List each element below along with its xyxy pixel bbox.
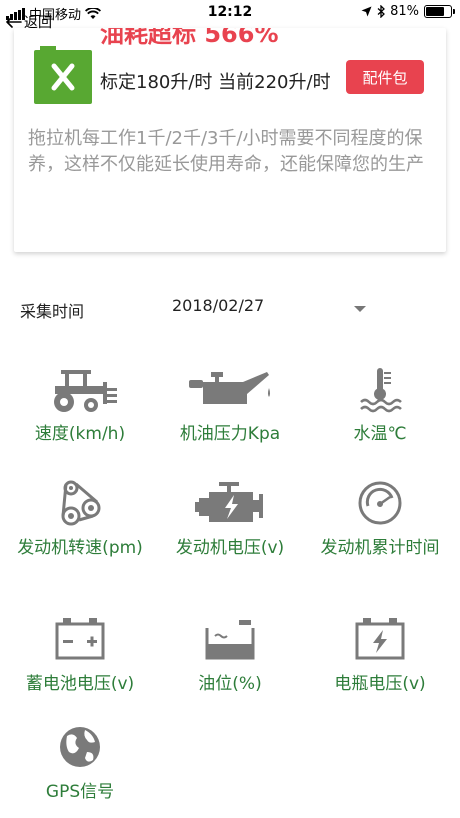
fuel-canister-warning-icon [34, 46, 92, 104]
back-label: 返回 [24, 15, 52, 31]
fuel-tank-icon [205, 620, 255, 660]
oil-can-icon [189, 372, 270, 404]
back-button[interactable]: 返回 [6, 12, 52, 32]
metric-battery-voltage[interactable]: 电瓶电压(v) [305, 614, 455, 696]
metric-engine-voltage[interactable]: 发动机电压(v) [155, 478, 305, 560]
back-arrow-icon [6, 16, 22, 28]
metric-gps-signal[interactable]: GPS信号 [5, 722, 155, 804]
metric-label: 发动机电压(v) [175, 538, 285, 558]
engine-icon [195, 482, 263, 522]
battery-percent: 81% [390, 4, 419, 19]
metric-label: 油位(%) [198, 674, 262, 694]
metric-label: 蓄电池电压(v) [25, 674, 135, 694]
fuel-alert-card: 油耗超标 566% 标定180升/时 当前220升/时 配件包 拖拉机每工作1千… [14, 28, 446, 252]
metric-speed[interactable]: 速度(km/h) [5, 364, 155, 446]
collection-date-value[interactable]: 2018/02/27 [172, 296, 264, 315]
collection-time-label: 采集时间 [20, 302, 85, 321]
parts-kit-button[interactable]: 配件包 [346, 60, 424, 94]
metric-label: 电瓶电压(v) [334, 674, 426, 694]
metric-engine-hours[interactable]: 发动机累计时间 [305, 478, 455, 560]
location-arrow-icon [361, 6, 372, 17]
metric-label: 发动机转速(pm) [17, 538, 143, 558]
battery-status-icon [424, 5, 455, 18]
battery-bolt-icon [355, 618, 405, 660]
bluetooth-icon [377, 5, 386, 18]
metric-label: 水温℃ [353, 424, 407, 444]
status-right: 81% [361, 4, 455, 19]
metric-label: 发动机累计时间 [320, 538, 440, 558]
fuel-consumption-text: 标定180升/时 当前220升/时 [100, 72, 331, 93]
gauge-icon [358, 481, 402, 525]
fuel-alert-headline: 油耗超标 566% [100, 28, 279, 48]
metric-label: 机油压力Kpa [179, 424, 281, 444]
dropdown-caret-icon[interactable] [354, 306, 366, 312]
engine-belt-icon [61, 480, 101, 526]
metric-water-temp[interactable]: 水温℃ [305, 364, 455, 446]
globe-icon [60, 727, 100, 767]
metric-storage-battery[interactable]: 蓄电池电压(v) [5, 614, 155, 696]
status-bar: 中国移动 12:12 81% [0, 0, 460, 28]
collection-date-row[interactable]: 采集时间 2018/02/27 [0, 292, 460, 324]
metric-engine-rpm[interactable]: 发动机转速(pm) [5, 478, 155, 560]
tractor-icon [54, 370, 117, 412]
metric-label: GPS信号 [45, 782, 115, 802]
metric-oil-level[interactable]: 油位(%) [155, 614, 305, 696]
metric-oil-pressure[interactable]: 机油压力Kpa [155, 364, 305, 446]
metric-label: 速度(km/h) [34, 424, 126, 444]
water-temperature-icon [360, 368, 402, 413]
battery-icon [55, 618, 105, 660]
maintenance-description: 拖拉机每工作1千/2千/3千/小时需要不同程度的保养，这样不仅能延长使用寿命，还… [28, 128, 424, 175]
